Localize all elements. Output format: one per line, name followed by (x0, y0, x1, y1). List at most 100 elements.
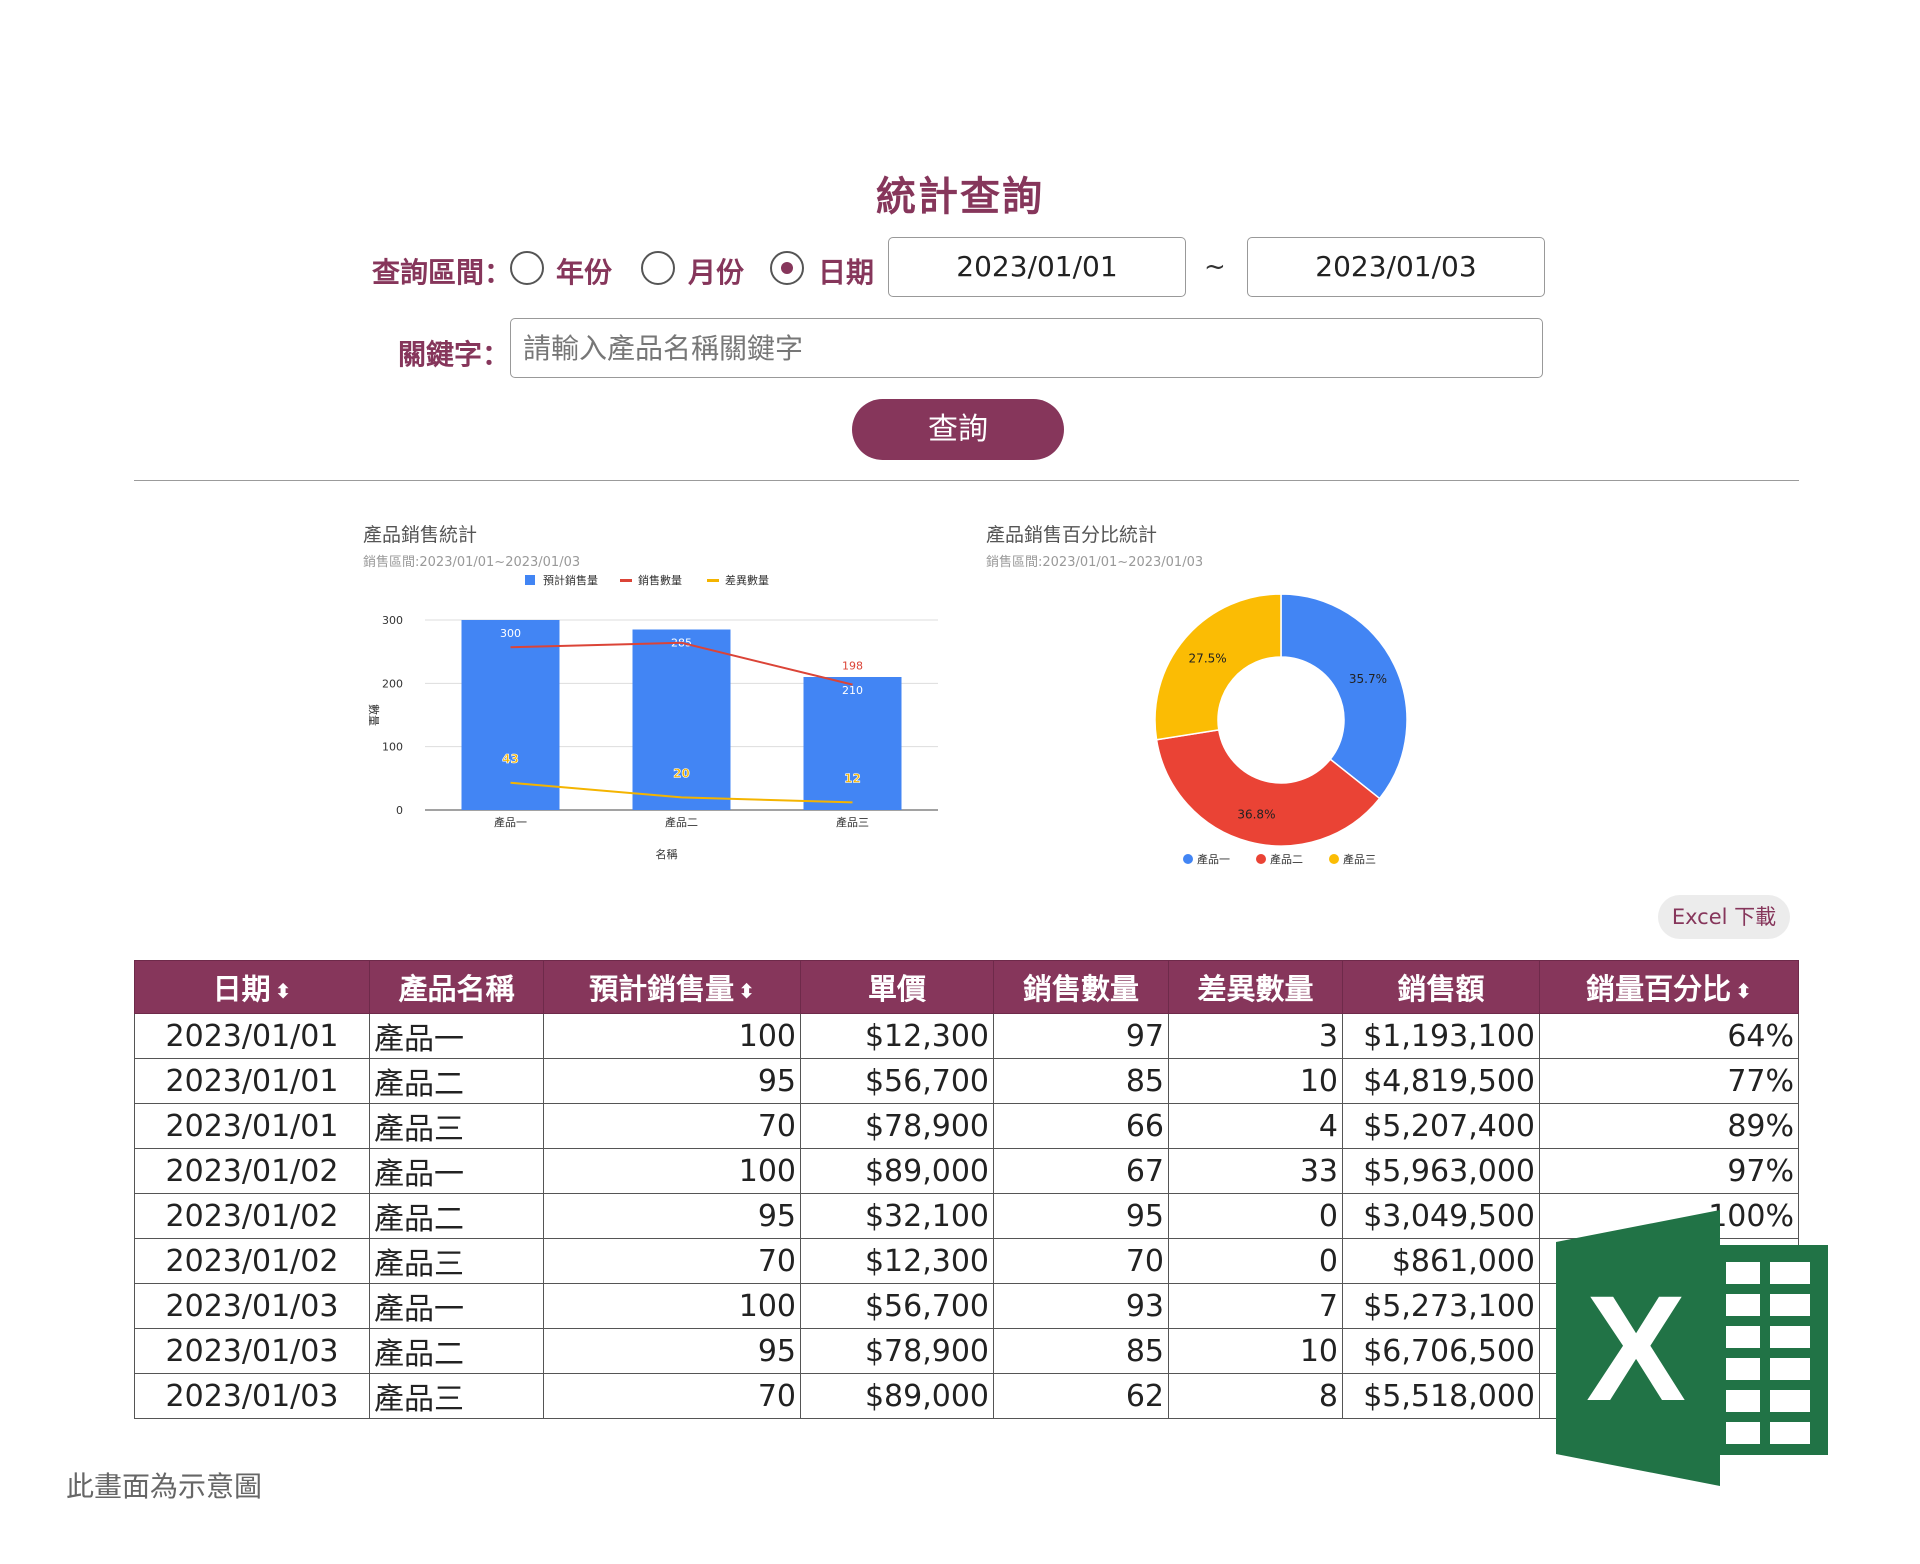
table-cell: 2023/01/02 (134, 1238, 370, 1284)
y-tick-label: 100 (382, 741, 403, 754)
table-cell: 產品三 (369, 1373, 544, 1419)
divider (134, 480, 1799, 481)
legend-label: 銷售數量 (638, 573, 682, 587)
table-cell: $6,706,500 (1342, 1328, 1540, 1374)
table-row: 2023/01/01 產品二 95 $56,700 85 10 $4,819,500 77% (134, 1058, 1799, 1104)
column-header[interactable]: 銷量百分比 ⬍ (1539, 960, 1799, 1014)
table-cell: $12,300 (800, 1238, 994, 1284)
end-date-input[interactable]: 2023/01/03 (1247, 237, 1545, 297)
footnote: 此畫面為示意圖 (66, 1470, 263, 1503)
column-header: 銷售額 (1342, 960, 1540, 1014)
bar-data-label: 210 (842, 684, 863, 697)
column-header-label: 銷售數量 (1022, 972, 1139, 1006)
sort-icon[interactable]: ⬍ (1735, 981, 1752, 1001)
table-cell: 70 (543, 1373, 801, 1419)
table-cell: 產品一 (369, 1148, 544, 1194)
table-cell: $861,000 (1342, 1238, 1540, 1284)
table-cell: 70 (993, 1238, 1169, 1284)
column-header-label: 銷售額 (1397, 972, 1485, 1006)
table-cell: 95 (543, 1328, 801, 1374)
legend-label: 產品三 (1343, 852, 1376, 866)
column-header[interactable]: 日期 ⬍ (134, 960, 370, 1014)
line-data-label: 20 (673, 766, 690, 780)
table-cell: $5,273,100 (1342, 1283, 1540, 1329)
table-cell: 2023/01/03 (134, 1283, 370, 1329)
table-cell: 10 (1168, 1328, 1343, 1374)
table-cell: $78,900 (800, 1328, 994, 1374)
table-cell: 100 (543, 1013, 801, 1059)
x-axis-title: 名稱 (656, 847, 678, 861)
bar-chart-title: 產品銷售統計 (363, 524, 478, 546)
column-header: 單價 (800, 960, 994, 1014)
table-row: 2023/01/02 產品一 100 $89,000 67 33 $5,963,000 97% (134, 1148, 1799, 1194)
table-cell: 產品一 (369, 1013, 544, 1059)
table-cell: 產品二 (369, 1058, 544, 1104)
table-cell: 2023/01/03 (134, 1328, 370, 1374)
table-cell: $3,049,500 (1342, 1193, 1540, 1239)
excel-logo-icon: X (1556, 1210, 1828, 1486)
legend-swatch (1256, 854, 1266, 864)
pie-chart-subtitle: 銷售區間:2023/01/01~2023/01/03 (986, 555, 1204, 570)
table-cell: 89% (1539, 1103, 1799, 1149)
table-cell: $4,819,500 (1342, 1058, 1540, 1104)
x-tick-label: 產品一 (494, 815, 527, 829)
x-tick-label: 產品三 (836, 815, 869, 829)
query-button[interactable]: 查詢 (852, 399, 1064, 460)
radio-year[interactable] (510, 251, 544, 285)
radio-month-label[interactable]: 月份 (688, 251, 744, 291)
bar-chart: 預計銷售量 銷售數量 差異數量01002003003002852101984320 1… (367, 573, 938, 861)
slice-label: 35.7% (1349, 672, 1387, 686)
table-cell: 100 (543, 1148, 801, 1194)
column-header: 產品名稱 (369, 960, 544, 1014)
table-cell: 97 (993, 1013, 1169, 1059)
table-cell: 62 (993, 1373, 1169, 1419)
table-cell: $78,900 (800, 1103, 994, 1149)
table-cell: $1,193,100 (1342, 1013, 1540, 1059)
start-date-input[interactable]: 2023/01/01 (888, 237, 1186, 297)
legend-label: 差異數量 (725, 573, 769, 587)
column-header-label: 差異數量 (1197, 972, 1314, 1006)
legend-swatch (1183, 854, 1193, 864)
table-cell: 8 (1168, 1373, 1343, 1419)
legend-label: 產品一 (1197, 852, 1230, 866)
line-data-label: 12 (844, 771, 861, 785)
table-cell: $32,100 (800, 1193, 994, 1239)
table-row: 2023/01/01 產品一 100 $12,300 97 3 $1,193,100 64% (134, 1013, 1799, 1059)
excel-download-button[interactable]: Excel 下載 (1658, 895, 1790, 939)
table-cell: 95 (543, 1058, 801, 1104)
table-cell: 產品二 (369, 1328, 544, 1374)
donut-chart: 35.7% 36.8% 27.5% 產品一 產品二 產品三 (1154, 593, 1408, 866)
data-table: 日期 ⬍ 產品名稱 預計銷售量 ⬍ 單價 銷售數量 差異數量 銷售額 銷量百分比 ⬍ 2023/01… (134, 960, 1799, 1419)
y-tick-label: 200 (382, 677, 403, 690)
slice-label: 36.8% (1237, 807, 1275, 821)
sort-icon[interactable]: ⬍ (738, 981, 755, 1001)
column-header[interactable]: 預計銷售量 ⬍ (543, 960, 801, 1014)
table-cell: 66 (993, 1103, 1169, 1149)
keyword-input[interactable] (510, 318, 1543, 378)
bar (461, 620, 560, 810)
legend-swatch (525, 575, 535, 585)
radio-month[interactable] (641, 251, 675, 285)
table-cell: $5,963,000 (1342, 1148, 1540, 1194)
table-cell: 2023/01/01 (134, 1058, 370, 1104)
radio-date[interactable] (770, 251, 804, 285)
radio-year-label[interactable]: 年份 (556, 251, 612, 291)
y-axis-title: 數量 (367, 704, 380, 726)
table-cell: 93 (993, 1283, 1169, 1329)
table-row: 2023/01/03 產品一 100 $56,700 93 7 $5,273,100 (134, 1283, 1799, 1329)
column-header-label: 單價 (867, 972, 926, 1006)
radio-date-label[interactable]: 日期 (818, 251, 874, 291)
sort-icon[interactable]: ⬍ (275, 981, 292, 1001)
column-header-label: 銷量百分比 (1586, 972, 1732, 1006)
table-cell: $5,518,000 (1342, 1373, 1540, 1419)
page-title: 統計查詢 (876, 174, 1044, 220)
keyword-label: 關鍵字： (398, 338, 511, 371)
table-cell: 33 (1168, 1148, 1343, 1194)
table-cell: 產品一 (369, 1283, 544, 1329)
table-cell: $56,700 (800, 1058, 994, 1104)
column-header-label: 日期 (212, 972, 271, 1006)
table-row: 2023/01/03 產品三 70 $89,000 62 8 $5,518,000 (134, 1373, 1799, 1419)
legend-label: 產品二 (1270, 852, 1303, 866)
column-header-label: 預計銷售量 (589, 972, 735, 1006)
table-cell: 0 (1168, 1238, 1343, 1284)
